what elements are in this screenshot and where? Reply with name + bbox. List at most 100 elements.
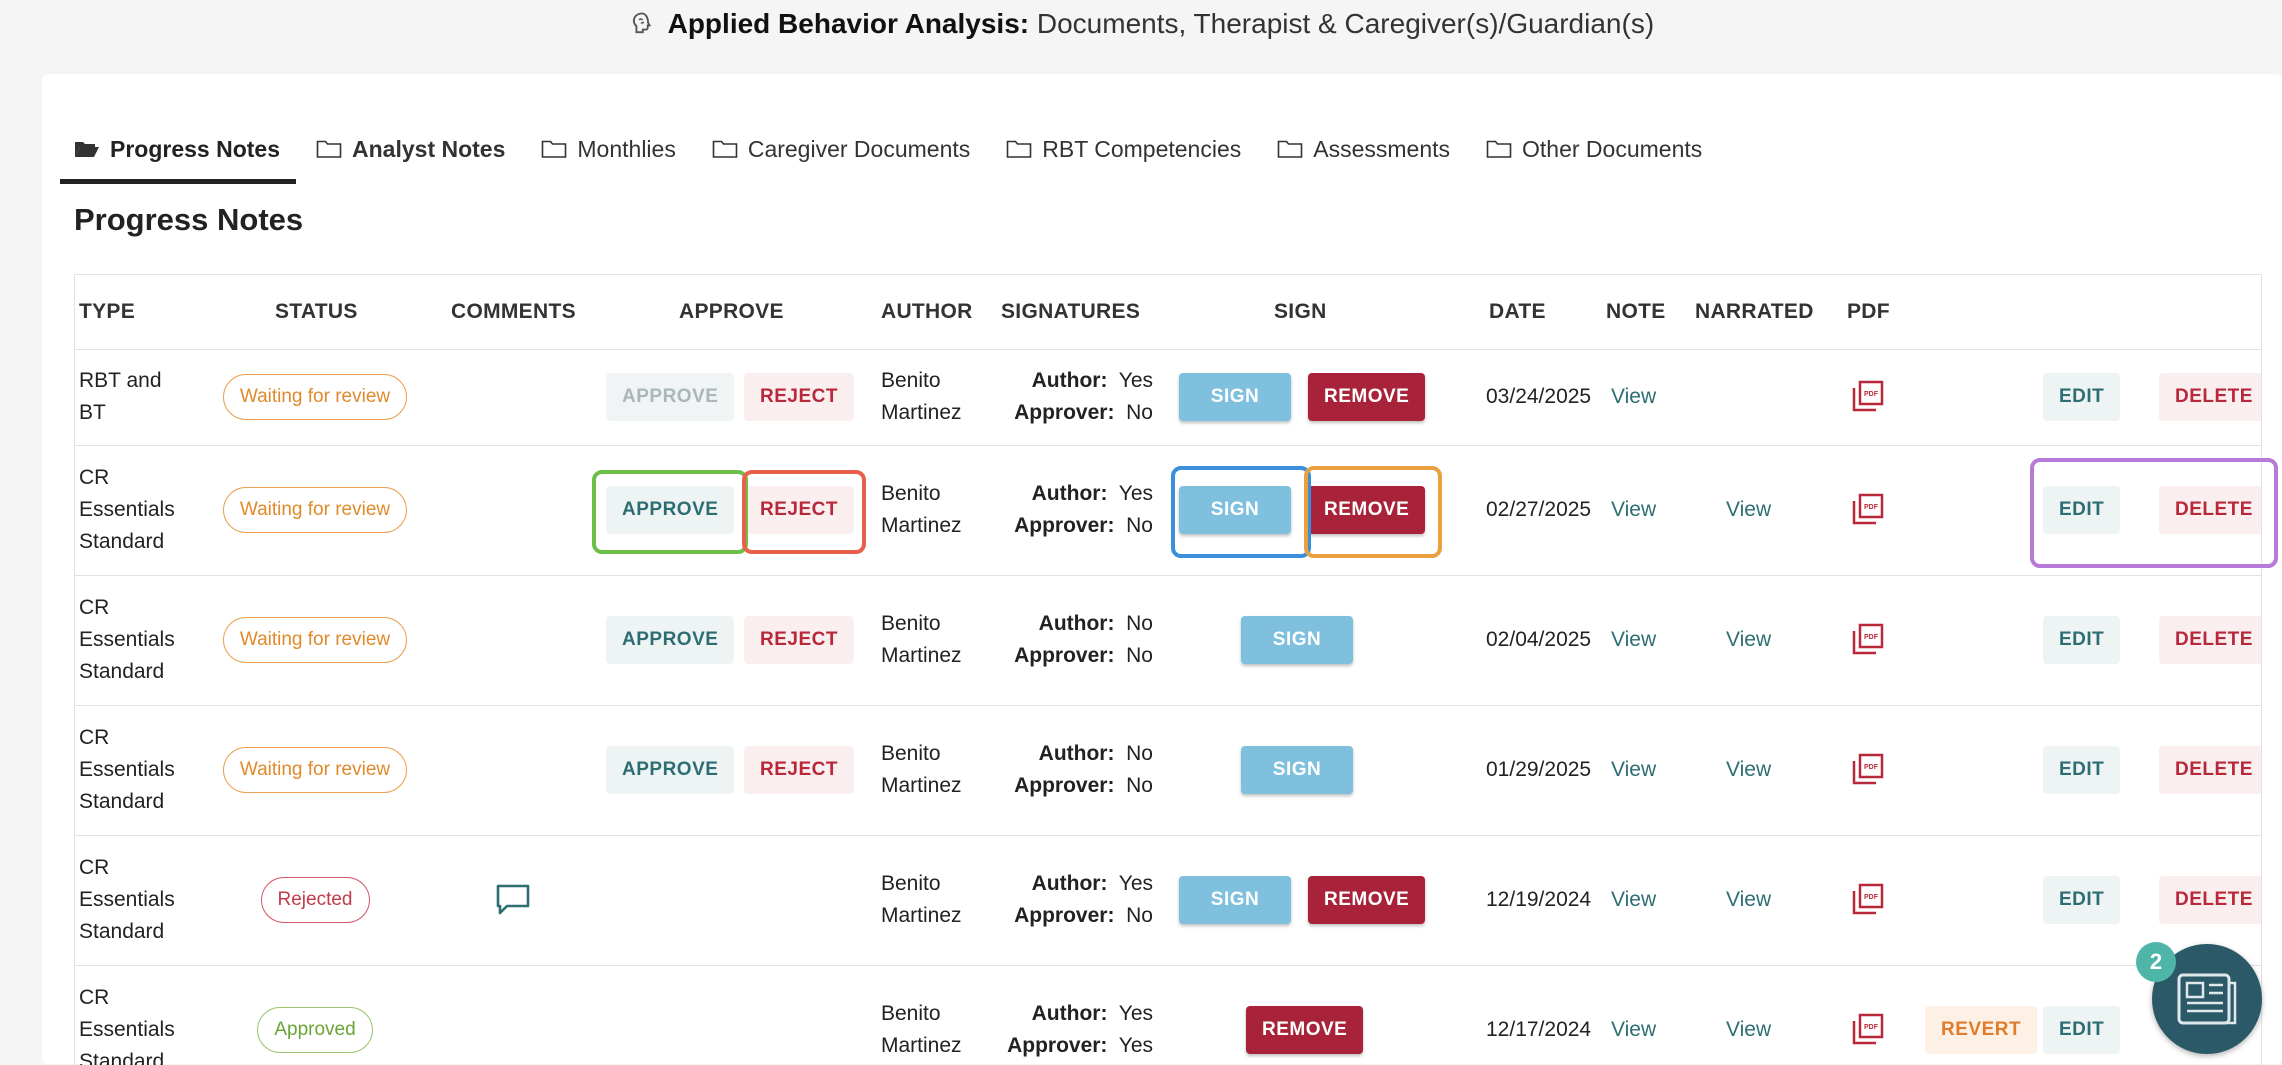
note-view-link[interactable]: View: [1611, 888, 1656, 912]
note-view-link[interactable]: View: [1611, 385, 1656, 409]
signatures-cell: Author: No Approver: No: [1014, 742, 1153, 797]
note-view-link[interactable]: View: [1611, 1018, 1656, 1042]
delete-button[interactable]: DELETE: [2159, 746, 2261, 794]
delete-button[interactable]: DELETE: [2159, 373, 2261, 421]
tab-label: Progress Notes: [110, 135, 281, 162]
remove-button[interactable]: REMOVE: [1246, 1006, 1364, 1054]
status-badge: Waiting for review: [222, 617, 408, 663]
table-row: CR Essentials Standard Approved Benito Mart…: [75, 965, 2261, 1065]
tab-monthlies[interactable]: Monthlies: [541, 118, 676, 180]
narrated-view-link[interactable]: View: [1726, 628, 1771, 652]
svg-text:PDF: PDF: [1864, 634, 1879, 641]
revert-button[interactable]: REVERT: [1925, 1006, 2038, 1054]
edit-button[interactable]: EDIT: [2043, 486, 2121, 534]
folder-open-icon: [75, 142, 99, 157]
svg-text:PDF: PDF: [1864, 764, 1879, 771]
type-cell: CR Essentials Standard: [79, 726, 175, 813]
date-cell: 01/29/2025: [1486, 758, 1592, 781]
tab-rbt-competencies[interactable]: RBT Competencies: [1006, 118, 1241, 180]
sign-button[interactable]: SIGN: [1179, 373, 1291, 421]
col-sign: SIGN: [1274, 300, 1327, 323]
svg-text:PDF: PDF: [1864, 1024, 1879, 1031]
col-type: TYPE: [79, 300, 136, 323]
table-row: CR Essentials Standard Rejected Benito Mart…: [75, 835, 2261, 966]
tab-progress-notes[interactable]: Progress Notes: [59, 118, 297, 184]
document-tabs: Progress Notes Analyst Notes Monthlies C…: [59, 118, 1738, 184]
sign-button[interactable]: SIGN: [1241, 616, 1353, 664]
reject-button[interactable]: REJECT: [744, 746, 854, 794]
approve-button[interactable]: APPROVE: [606, 373, 735, 421]
document-list-icon: [2177, 973, 2237, 1025]
sign-button[interactable]: SIGN: [1179, 876, 1291, 924]
edit-button[interactable]: EDIT: [2043, 616, 2121, 664]
reject-button[interactable]: REJECT: [744, 616, 854, 664]
tab-analyst-notes[interactable]: Analyst Notes: [316, 118, 505, 180]
author-cell: Benito Martinez: [881, 482, 962, 537]
col-approve: APPROVE: [679, 300, 784, 323]
remove-button[interactable]: REMOVE: [1308, 373, 1426, 421]
delete-button[interactable]: DELETE: [2159, 616, 2261, 664]
page-title-bold: Applied Behavior Analysis:: [667, 8, 1030, 39]
author-cell: Benito Martinez: [881, 612, 962, 667]
folder-icon: [542, 140, 567, 158]
status-badge: Approved: [257, 1007, 373, 1053]
delete-button[interactable]: DELETE: [2159, 876, 2261, 924]
edit-button[interactable]: EDIT: [2043, 1006, 2121, 1054]
folder-icon: [316, 140, 342, 158]
narrated-view-link[interactable]: View: [1726, 888, 1771, 912]
table-row: CR Essentials Standard Waiting for review …: [75, 705, 2261, 836]
tab-label: RBT Competencies: [1042, 135, 1242, 162]
delete-button[interactable]: DELETE: [2159, 486, 2261, 534]
narrated-view-link[interactable]: View: [1726, 758, 1771, 782]
pdf-icon[interactable]: PDF: [1851, 380, 1885, 414]
table-row: CR Essentials Standard Waiting for review …: [75, 575, 2261, 706]
approve-button[interactable]: APPROVE: [606, 486, 735, 534]
note-view-link[interactable]: View: [1611, 498, 1656, 522]
col-date: DATE: [1489, 300, 1546, 323]
tab-label: Monthlies: [577, 135, 676, 162]
status-badge: Waiting for review: [222, 374, 408, 420]
note-view-link[interactable]: View: [1611, 628, 1656, 652]
narrated-view-link[interactable]: View: [1726, 498, 1771, 522]
tab-label: Other Documents: [1522, 135, 1703, 162]
tab-label: Caregiver Documents: [747, 135, 971, 162]
edit-button[interactable]: EDIT: [2043, 876, 2121, 924]
remove-button[interactable]: REMOVE: [1308, 486, 1426, 534]
sign-button[interactable]: SIGN: [1241, 746, 1353, 794]
pdf-icon[interactable]: PDF: [1851, 623, 1885, 657]
date-cell: 02/27/2025: [1486, 498, 1592, 521]
status-badge: Waiting for review: [222, 487, 408, 533]
type-cell: CR Essentials Standard: [79, 986, 175, 1065]
pdf-icon[interactable]: PDF: [1851, 493, 1885, 527]
pdf-icon[interactable]: PDF: [1851, 883, 1885, 917]
remove-button[interactable]: REMOVE: [1308, 876, 1426, 924]
notification-badge: 2: [2136, 942, 2176, 982]
documents-panel: Progress Notes Analyst Notes Monthlies C…: [42, 74, 2282, 1065]
signatures-cell: Author: Yes Approver: Yes: [1007, 1002, 1153, 1057]
author-cell: Benito Martinez: [881, 1002, 962, 1057]
date-cell: 03/24/2025: [1486, 385, 1592, 408]
tab-caregiver-documents[interactable]: Caregiver Documents: [712, 118, 970, 180]
tab-label: Analyst Notes: [352, 135, 506, 162]
col-pdf: PDF: [1847, 300, 1890, 323]
reject-button[interactable]: REJECT: [744, 373, 854, 421]
edit-button[interactable]: EDIT: [2043, 746, 2121, 794]
note-view-link[interactable]: View: [1611, 758, 1656, 782]
pdf-icon[interactable]: PDF: [1851, 1013, 1885, 1047]
sign-button[interactable]: SIGN: [1179, 486, 1291, 534]
col-note: NOTE: [1606, 300, 1666, 323]
edit-button[interactable]: EDIT: [2043, 373, 2121, 421]
progress-notes-table: TYPE STATUS COMMENTS APPROVE AUTHOR SIGN…: [74, 274, 2262, 1065]
reject-button[interactable]: REJECT: [744, 486, 854, 534]
narrated-view-link[interactable]: View: [1726, 1018, 1771, 1042]
approve-button[interactable]: APPROVE: [606, 616, 735, 664]
table-row: CR Essentials Standard Waiting for review …: [75, 445, 2261, 576]
comment-icon[interactable]: [495, 883, 531, 917]
pdf-icon[interactable]: PDF: [1851, 753, 1885, 787]
approve-button[interactable]: APPROVE: [606, 746, 735, 794]
date-cell: 12/19/2024: [1486, 888, 1592, 911]
tab-other-documents[interactable]: Other Documents: [1486, 118, 1702, 180]
tab-assessments[interactable]: Assessments: [1277, 118, 1450, 180]
tab-label: Assessments: [1313, 135, 1451, 162]
author-cell: Benito Martinez: [881, 872, 962, 927]
